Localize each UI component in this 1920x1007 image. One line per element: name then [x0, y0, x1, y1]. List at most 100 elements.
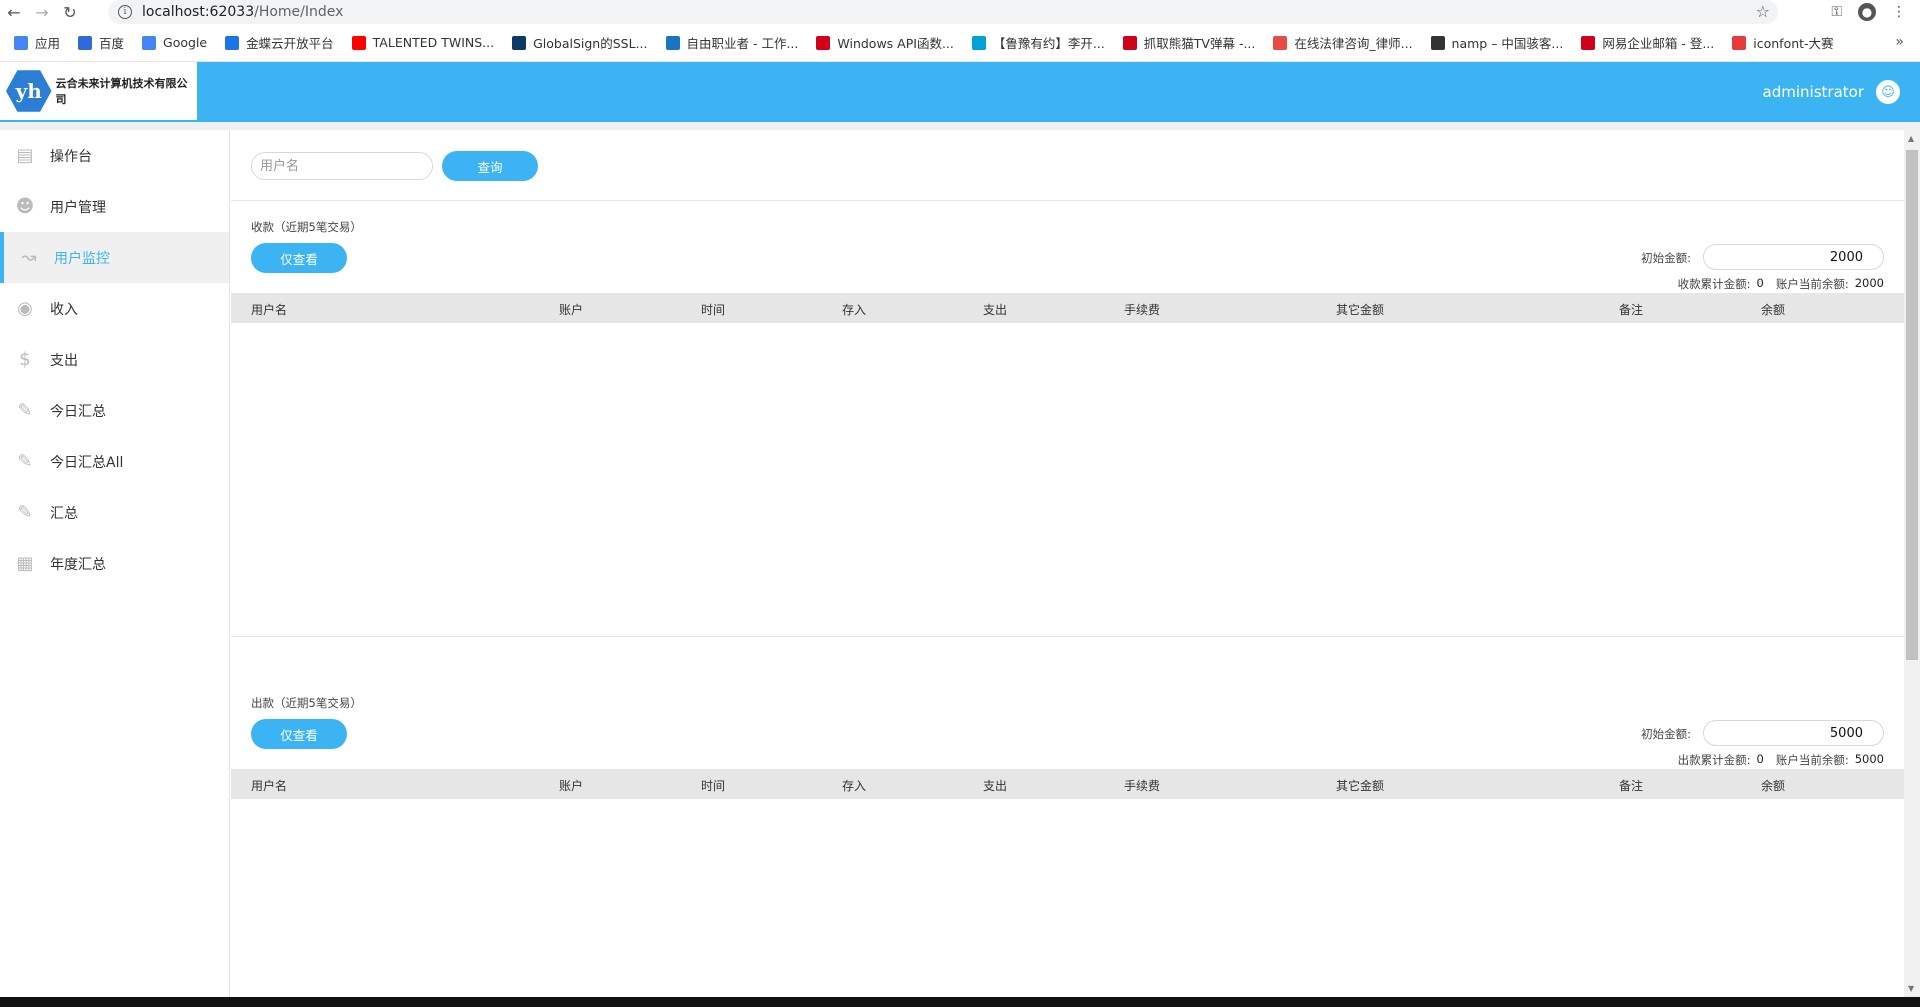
bookmark-star-icon[interactable]: ☆	[1756, 2, 1770, 21]
company-logo[interactable]: yh 云合未来计算机技术有限公司	[0, 62, 197, 120]
sidebar-item-4[interactable]: $ 支出	[0, 334, 229, 385]
income-init-amount-input[interactable]: 2000	[1703, 244, 1884, 270]
sidebar-item-label: 年度汇总	[50, 556, 106, 573]
bookmark-favicon-icon	[225, 35, 240, 50]
company-name: 云合未来计算机技术有限公司	[55, 77, 188, 106]
sidebar-item-label: 操作台	[50, 148, 92, 165]
bookmark-favicon-icon	[78, 35, 93, 50]
column-header: 存入	[842, 303, 867, 317]
expense-table-header: 用户名 账户 时间 存入 支出 手续费 其它金额 备注 余额	[231, 769, 1904, 799]
bookmark-favicon-icon	[351, 35, 366, 50]
bookmark-item[interactable]: 【鲁豫有约】李开...	[971, 33, 1105, 52]
bookmark-item[interactable]: TALENTED TWINS...	[351, 35, 494, 50]
column-header: 账户	[559, 303, 584, 317]
bookmark-label: 自由职业者 - 工作...	[686, 36, 799, 51]
username: administrator	[1762, 83, 1864, 101]
expense-balance-value: 5000	[1854, 752, 1884, 766]
bookmark-item[interactable]: iconfont-大赛	[1732, 33, 1834, 52]
bookmark-item[interactable]: namp – 中国骇客...	[1430, 33, 1564, 52]
column-header: 支出	[983, 779, 1008, 793]
bookmark-item[interactable]: 自由职业者 - 工作...	[665, 33, 799, 52]
column-header: 存入	[842, 779, 867, 793]
logo-mark: yh	[6, 70, 52, 112]
bookmark-label: 金蝶云开放平台	[246, 36, 334, 51]
sidebar-item-6[interactable]: ✎ 今日汇总All	[0, 436, 229, 487]
address-field[interactable]: i localhost:62033/Home/Index ☆	[108, 0, 1778, 24]
sidebar-item-3[interactable]: ◉ 收入	[0, 283, 229, 334]
bookmark-label: 应用	[35, 36, 61, 51]
bookmark-item[interactable]: 应用	[14, 33, 60, 52]
back-icon[interactable]: ←	[0, 0, 28, 24]
bookmark-label: Windows API函数...	[837, 36, 954, 51]
expense-panel: 出款（近期5笔交易） 仅查看 初始金额: 5000 出款累计金额: 0 账户当前余…	[231, 677, 1904, 997]
column-header: 余额	[1761, 779, 1786, 793]
expense-view-button[interactable]: 仅查看	[251, 719, 347, 749]
expense-total-label: 出款累计金额:	[1677, 753, 1751, 767]
income-balance-label: 账户当前余额:	[1775, 277, 1849, 291]
user-menu[interactable]: administrator ☺	[1763, 62, 1900, 122]
sidebar: ▤ 操作台 ☻ 用户管理 ↝ 用户监控 ◉ 收入 $ 支出 ✎ 今日汇总 ✎ 今日汇总All ✎ 汇总 ▦ 年度汇…	[0, 130, 230, 997]
bookmark-label: 抓取熊猫TV弹幕 -...	[1143, 36, 1256, 51]
header-divider	[0, 122, 1920, 130]
coins-icon: ◉	[17, 298, 33, 319]
bookmark-label: namp – 中国骇客...	[1451, 36, 1564, 51]
scroll-down-icon[interactable]: ▼	[1908, 984, 1914, 993]
edit-doc-icon: ✎	[17, 502, 33, 523]
site-info-icon[interactable]: i	[118, 5, 132, 19]
search-bar: 查询	[231, 130, 1904, 201]
bookmark-label: 【鲁豫有约】李开...	[992, 36, 1105, 51]
column-header: 其它金额	[1336, 779, 1385, 793]
app-header: yh 云合未来计算机技术有限公司 administrator ☺	[0, 62, 1920, 122]
bookmark-item[interactable]: 金蝶云开放平台	[225, 33, 334, 52]
income-table-header: 用户名 账户 时间 存入 支出 手续费 其它金额 备注 余额	[231, 293, 1904, 323]
bookmark-label: iconfont-大赛	[1753, 36, 1834, 51]
column-header: 余额	[1761, 303, 1786, 317]
bookmark-favicon-icon	[971, 35, 986, 50]
url-path: /Home/Index	[254, 4, 344, 20]
edit-doc-icon: ✎	[17, 400, 33, 421]
bookmark-item[interactable]: Windows API函数...	[816, 33, 954, 52]
income-panel: 收款（近期5笔交易） 仅查看 初始金额: 2000 收款累计金额: 0 账户当前余…	[231, 201, 1904, 566]
profile-icon[interactable]: ●	[1858, 3, 1876, 21]
scroll-up-icon[interactable]: ▲	[1908, 134, 1914, 143]
bookmark-item[interactable]: 抓取熊猫TV弹幕 -...	[1122, 33, 1256, 52]
os-taskbar	[0, 997, 1920, 1007]
column-header: 时间	[701, 779, 726, 793]
bookmark-item[interactable]: GlobalSign的SSL...	[512, 33, 648, 52]
page-scrollbar[interactable]: ▲ ▼	[1904, 130, 1920, 997]
sidebar-item-5[interactable]: ✎ 今日汇总	[0, 385, 229, 436]
income-view-button[interactable]: 仅查看	[251, 243, 347, 273]
bookmark-item[interactable]: 百度	[78, 33, 124, 52]
reload-icon[interactable]: ↻	[56, 0, 84, 24]
scroll-thumb[interactable]	[1906, 150, 1918, 660]
expense-balance-label: 账户当前余额:	[1775, 753, 1849, 767]
sidebar-item-1[interactable]: ☻ 用户管理	[0, 181, 229, 232]
sidebar-item-7[interactable]: ✎ 汇总	[0, 487, 229, 538]
bookmark-item[interactable]: 在线法律咨询_律师...	[1273, 33, 1413, 52]
query-button[interactable]: 查询	[442, 151, 538, 181]
sidebar-item-0[interactable]: ▤ 操作台	[0, 130, 229, 181]
column-header: 备注	[1619, 779, 1644, 793]
url-text: localhost:62033/Home/Index	[142, 4, 343, 20]
bookmark-favicon-icon	[14, 35, 28, 50]
username-search-input[interactable]	[251, 152, 433, 180]
income-total-label: 收款累计金额:	[1677, 277, 1751, 291]
sidebar-item-label: 今日汇总	[50, 403, 106, 420]
browser-toolbar: ← → ↻ i localhost:62033/Home/Index ☆ ⚿ ●…	[0, 0, 1920, 24]
bookmark-item[interactable]: Google	[142, 35, 207, 50]
key-icon[interactable]: ⚿	[1831, 4, 1842, 20]
bookmark-favicon-icon	[816, 35, 831, 50]
bookmark-favicon-icon	[1732, 35, 1747, 50]
expense-init-amount-input[interactable]: 5000	[1703, 720, 1884, 746]
column-header: 手续费	[1124, 303, 1161, 317]
bookmark-item[interactable]: 网易企业邮箱 - 登...	[1581, 33, 1714, 52]
bookmarks-overflow-icon[interactable]: »	[1895, 34, 1904, 50]
sidebar-item-8[interactable]: ▦ 年度汇总	[0, 538, 229, 589]
sidebar-item-2[interactable]: ↝ 用户监控	[0, 232, 229, 283]
browser-actions: ⚿ ● ⋮	[1831, 0, 1906, 24]
main-content: 查询 收款（近期5笔交易） 仅查看 初始金额: 2000 收款累计金额: 0 账户…	[231, 130, 1904, 997]
user-avatar-icon[interactable]: ☺	[1876, 80, 1900, 104]
menu-dots-icon[interactable]: ⋮	[1892, 4, 1906, 20]
column-header: 用户名	[251, 303, 288, 317]
forward-icon[interactable]: →	[28, 0, 56, 24]
